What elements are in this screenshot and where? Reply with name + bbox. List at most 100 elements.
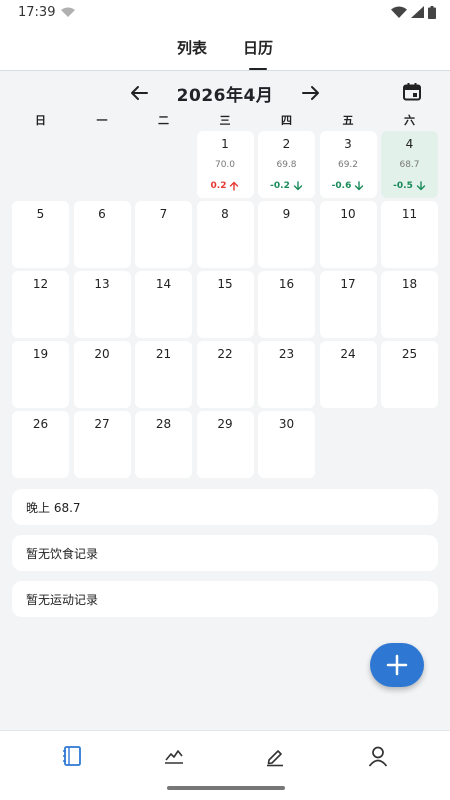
day-number: 14 [155,277,172,291]
day-number: 19 [32,347,49,361]
weight-change-value: -0.2 [270,181,290,191]
day-number: 10 [340,207,356,221]
calendar-day-27[interactable]: 27 [73,411,131,478]
status-time: 17:39 [18,4,56,20]
weekday-label: 一 [96,114,108,127]
day-number: 1 [221,137,229,151]
day-weight: 69.2 [337,160,359,170]
day-number: 28 [155,417,172,431]
nav-chart[interactable] [161,743,187,769]
calendar-day-2[interactable]: 2 69.8 -0.2 [258,131,315,198]
arrow-right-icon [302,86,320,100]
calendar-day-12[interactable]: 12 [12,271,69,338]
calendar-day-15[interactable]: 15 [196,271,254,338]
notebook-icon [63,746,81,766]
diet-record-card[interactable]: 暂无饮食记录 [12,535,438,571]
calendar-day-25[interactable]: 25 [381,341,438,408]
day-number: 4 [405,137,414,151]
day-weight-change: -0.2 [270,181,303,191]
nav-journal[interactable] [59,743,85,769]
calendar-day-3[interactable]: 3 69.2 -0.6 [319,131,377,198]
calendar-day-29[interactable]: 29 [196,411,254,478]
tab-list[interactable]: 列表 [175,37,209,58]
day-number: 30 [278,417,295,431]
arrow-up-icon [230,181,239,191]
calendar-day-22[interactable]: 22 [196,341,254,408]
nav-profile[interactable] [365,743,391,769]
add-record-button[interactable] [370,643,424,687]
month-title: 2026年4月 [176,85,274,106]
calendar-day-17[interactable]: 17 [319,271,377,338]
calendar-day-1[interactable]: 1 70.0 0.2 [196,131,254,198]
calendar-day-5[interactable]: 5 [12,201,69,268]
calendar-day-10[interactable]: 10 [319,201,377,268]
weekday-label: 四 [281,114,292,127]
day-number: 7 [159,207,168,221]
previous-month-button[interactable] [127,81,151,105]
calendar-day-4[interactable]: 4 68.7 -0.5 [381,131,438,198]
calendar-empty-cell [12,131,69,198]
next-month-button[interactable] [299,81,323,105]
calendar-day-20[interactable]: 20 [73,341,131,408]
calendar-day-14[interactable]: 14 [135,271,192,338]
weekday-label: 日 [35,114,46,127]
weight-change-value: -0.5 [393,181,413,191]
calendar-empty-cell [74,131,131,198]
calendar-picker-button[interactable] [402,82,424,104]
day-number: 21 [155,347,172,361]
calendar-empty-cell [135,131,192,198]
top-tab-bar: 列表 日历 [0,24,450,71]
day-number: 13 [94,277,110,291]
exercise-record-text: 暂无运动记录 [26,592,99,607]
chart-icon [165,750,183,764]
arrow-down-icon [293,181,303,191]
calendar-day-8[interactable]: 8 [196,201,254,268]
calendar-day-23[interactable]: 23 [258,341,315,408]
arrow-left-icon [130,86,148,100]
calendar-day-28[interactable]: 28 [135,411,192,478]
day-number: 9 [282,207,291,221]
day-number: 27 [94,417,110,431]
weekday-label: 六 [404,114,415,127]
weight-record-text: 晚上 68.7 [26,500,81,515]
day-weight: 69.8 [276,160,297,170]
calendar-day-26[interactable]: 26 [12,411,69,478]
day-number: 8 [221,207,229,221]
day-number: 22 [217,347,233,361]
tab-calendar[interactable]: 日历 [241,37,275,70]
weekday-header: 日 一 二 三 四 五 六 [12,112,438,130]
day-number: 2 [282,137,291,151]
calendar-day-19[interactable]: 19 [12,341,69,408]
day-number: 29 [217,417,233,431]
wifi-question-icon [61,7,76,17]
nav-edit[interactable] [262,743,288,769]
status-bar: 17:39 [0,0,450,24]
day-number: 6 [98,207,106,221]
calendar-day-30[interactable]: 30 [258,411,315,478]
weekday-label: 五 [342,114,354,127]
arrow-down-icon [355,181,364,191]
calendar-day-18[interactable]: 18 [381,271,438,338]
day-number: 16 [278,277,295,291]
day-number: 5 [36,207,45,221]
calendar-day-13[interactable]: 13 [73,271,131,338]
calendar-day-16[interactable]: 16 [258,271,315,338]
weight-record-card[interactable]: 晚上 68.7 [12,489,438,525]
day-weight-change: -0.5 [393,181,426,191]
day-weight-change: -0.6 [332,181,365,191]
day-number: 23 [278,347,295,361]
exercise-record-card[interactable]: 暂无运动记录 [12,581,438,617]
calendar-day-24[interactable]: 24 [319,341,377,408]
calendar-day-6[interactable]: 6 [73,201,131,268]
day-number: 11 [401,207,418,221]
calendar-day-21[interactable]: 21 [135,341,192,408]
calendar-day-9[interactable]: 9 [258,201,315,268]
calendar-day-7[interactable]: 7 [135,201,192,268]
day-weight-change: 0.2 [211,181,240,191]
calendar-day-11[interactable]: 11 [381,201,438,268]
day-weight: 70.0 [214,160,236,170]
day-number: 12 [32,277,49,291]
arrow-down-icon [416,181,426,191]
day-weight: 68.7 [399,160,420,170]
day-number: 25 [401,347,418,361]
